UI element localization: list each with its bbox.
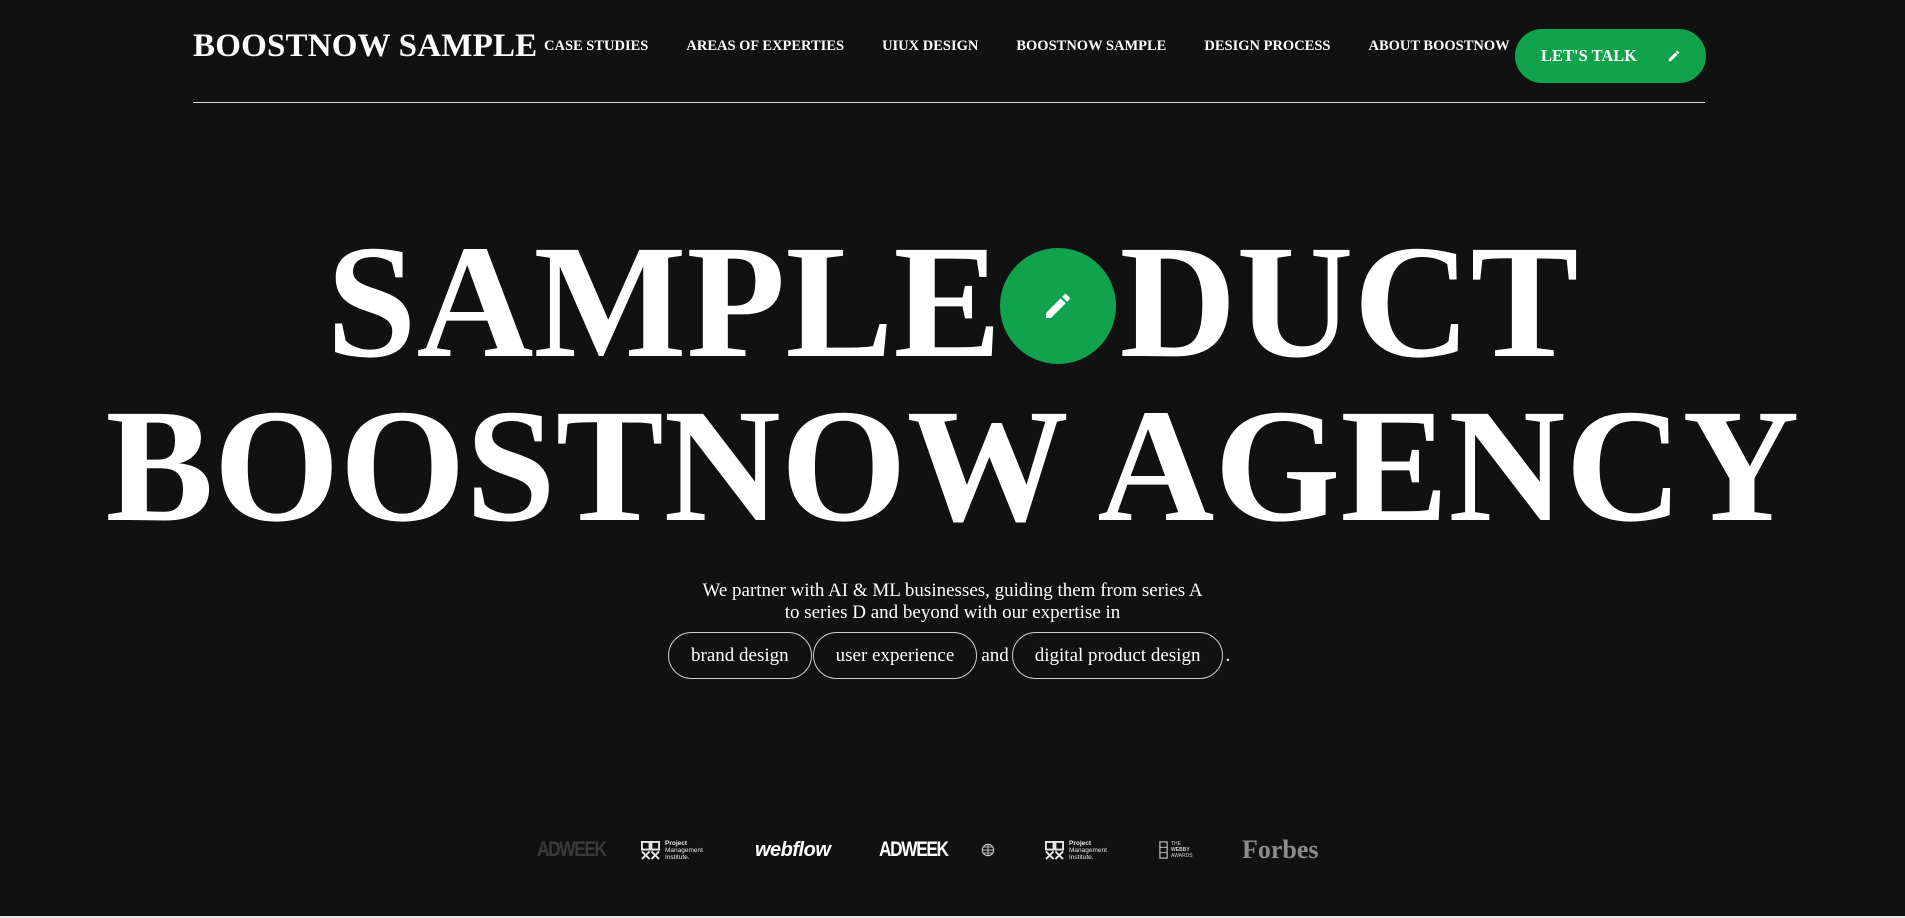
nav-boostnow-sample[interactable]: BOOSTNOW SAMPLE [1016,37,1166,55]
pill-digital-product-design[interactable]: digital product design [1011,632,1224,679]
pmi-logo-2: Project Management Institute. [1045,830,1107,870]
pmi-text-3: Institute. [1069,853,1094,861]
client-logos-strip: ADWEEK Project Management Institute. web… [537,830,1322,870]
hero-pencil-badge[interactable] [1000,248,1116,364]
pencil-icon [1046,293,1071,318]
brand-logo[interactable]: BOOSTNOW SAMPLE [193,28,537,64]
hero-word-sample: SAMPLE [326,213,1002,392]
pmi-logo: Project Management Institute. [641,830,703,870]
pmi-text-1: Project [665,839,688,847]
end-period: . [1225,644,1231,666]
pmi-text-1: Project [1069,839,1092,847]
lets-talk-label: LET'S TALK [1541,46,1638,65]
globe-icon [981,843,995,857]
nav-about-boostnow[interactable]: ABOUT BOOSTNOW [1368,37,1509,55]
pill-user-experience[interactable]: user experience [812,632,978,679]
forbes-logo: Forbes [1242,835,1319,864]
hero-headline-line2: BOOSTNOW AGENCY [105,377,1800,556]
hero-word-duct: DUCT [1119,213,1579,392]
main-nav: CASE STUDIES AREAS OF EXPERTIES UIUX DES… [544,37,1510,55]
pmi-text-2: Management [665,846,703,854]
pmi-text: Project Management Institute. [1069,840,1107,861]
webby-logo: THE WEBBY AWARDS [1159,830,1193,870]
pill-brand-design[interactable]: brand design [668,632,812,679]
nav-uiux-design[interactable]: UIUX DESIGN [882,37,978,55]
globe-logo [981,830,995,870]
pmi-mark-icon [641,840,660,860]
pmi-mark-icon [1045,840,1064,860]
subtitle-line-2: to series D and beyond with our expertis… [784,602,1121,623]
hero-headline-line1: SAMPLE DUCT [0,222,1905,384]
site-header: BOOSTNOW SAMPLE CASE STUDIES AREAS OF EX… [193,0,1706,103]
nav-case-studies[interactable]: CASE STUDIES [544,37,648,55]
nav-design-process[interactable]: DESIGN PROCESS [1204,37,1330,55]
pencil-icon [1668,50,1680,62]
webby-text: THE WEBBY AWARDS [1171,841,1193,859]
nav-areas-of-expertise[interactable]: AREAS OF EXPERTIES [686,37,844,55]
lets-talk-button[interactable]: LET'S TALK [1515,29,1706,83]
pmi-text-3: Institute. [665,853,690,861]
webby-mark-icon [1159,841,1168,859]
adweek-logo: ADWEEK [879,838,949,861]
pmi-text-2: Management [1069,846,1107,854]
expertise-pills: brand design user experience and digital… [668,632,1230,679]
webby-text-3: AWARDS [1171,853,1193,859]
webflow-logo: webflow [755,838,831,861]
pmi-text: Project Management Institute. [665,840,703,861]
adweek-logo-dim: ADWEEK [537,838,607,861]
pill-connector: and [981,644,1009,666]
subtitle-line-1: We partner with AI & ML businesses, guid… [702,580,1203,601]
hero-subtitle: We partner with AI & ML businesses, guid… [0,580,1905,624]
